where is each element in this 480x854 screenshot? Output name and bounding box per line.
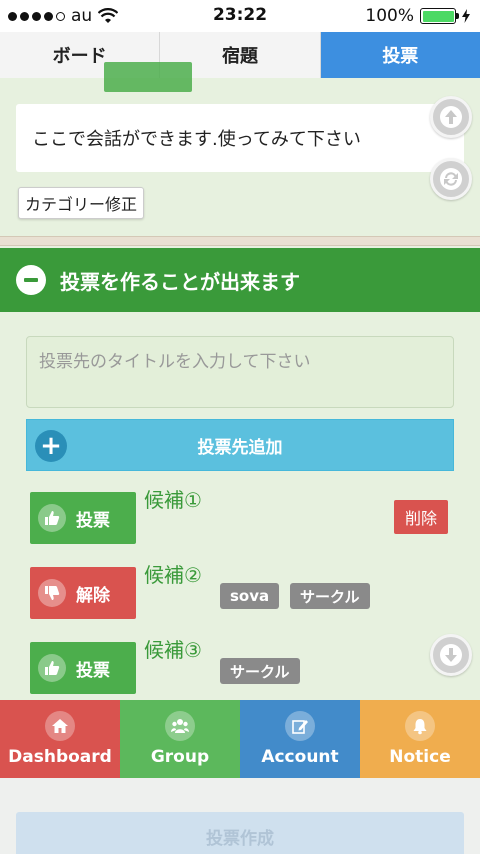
scroll-up-button[interactable] (430, 96, 472, 138)
edit-icon (285, 711, 315, 741)
bottom-nav: Dashboard Group Account Notice (0, 700, 480, 778)
vote-button-label: 投票 (76, 510, 110, 531)
category-edit-button[interactable]: カテゴリー修正 (18, 187, 145, 219)
top-tab-bar: ボード 宿題 投票 (0, 32, 480, 78)
poll-header-title: 投票を作ることが出来ます (60, 269, 300, 294)
voter-tag: サークル (290, 583, 370, 609)
category-badge (104, 62, 192, 92)
chat-message-box[interactable]: ここで会話ができます.使ってみて下さい (16, 104, 464, 172)
arrow-up-icon (440, 106, 462, 128)
candidate-row: 解除 候補② sova サークル (30, 563, 470, 627)
scroll-down-button[interactable] (430, 634, 472, 676)
voter-tag: sova (220, 583, 280, 609)
collapse-icon[interactable] (16, 265, 46, 295)
vote-button[interactable]: 投票 (30, 492, 136, 544)
nav-dashboard[interactable]: Dashboard (0, 700, 120, 778)
candidate-label: 候補① (144, 488, 202, 512)
delete-button[interactable]: 削除 (394, 500, 448, 534)
bell-icon (405, 711, 435, 741)
add-option-button[interactable]: + 投票先追加 (26, 419, 454, 471)
battery-icon (420, 8, 459, 24)
unvote-button[interactable]: 解除 (30, 567, 136, 619)
nav-account[interactable]: Account (240, 700, 360, 778)
add-option-label: 投票先追加 (197, 437, 283, 458)
nav-notice[interactable]: Notice (360, 700, 480, 778)
poll-title-input[interactable]: 投票先のタイトルを入力して下さい (26, 336, 454, 408)
nav-account-label: Account (261, 747, 339, 767)
nav-dashboard-label: Dashboard (8, 747, 112, 767)
home-icon (45, 711, 75, 741)
nav-group[interactable]: Group (120, 700, 240, 778)
candidate-label: 候補② (144, 563, 202, 587)
candidate-row: 投票 候補① 削除 (30, 488, 470, 552)
group-icon (165, 711, 195, 741)
vote-button-label: 投票 (76, 660, 110, 681)
status-bar: au 23:22 100% (0, 0, 480, 32)
candidate-label: 候補③ (144, 638, 202, 662)
battery-status: 100% (365, 6, 470, 26)
section-divider (0, 236, 480, 246)
nav-group-label: Group (150, 747, 210, 767)
poll-section-header[interactable]: 投票を作ることが出来ます (0, 248, 480, 312)
charging-icon (462, 9, 470, 23)
thumbs-up-icon (38, 504, 66, 532)
vote-button[interactable]: 投票 (30, 642, 136, 694)
voter-tag: サークル (220, 658, 300, 684)
thumbs-down-icon (38, 579, 66, 607)
candidate-row: 投票 候補③ サークル (30, 638, 470, 702)
battery-percent: 100% (365, 6, 414, 26)
nav-notice-label: Notice (389, 747, 451, 767)
refresh-button[interactable] (430, 158, 472, 200)
refresh-icon (440, 168, 462, 190)
tab-vote[interactable]: 投票 (320, 32, 480, 78)
plus-icon: + (35, 430, 67, 462)
chat-message-text: ここで会話ができます.使ってみて下さい (32, 129, 361, 150)
thumbs-up-icon (38, 654, 66, 682)
unvote-button-label: 解除 (76, 585, 110, 606)
arrow-down-icon (440, 644, 462, 666)
create-poll-button[interactable]: 投票作成 (16, 812, 464, 854)
